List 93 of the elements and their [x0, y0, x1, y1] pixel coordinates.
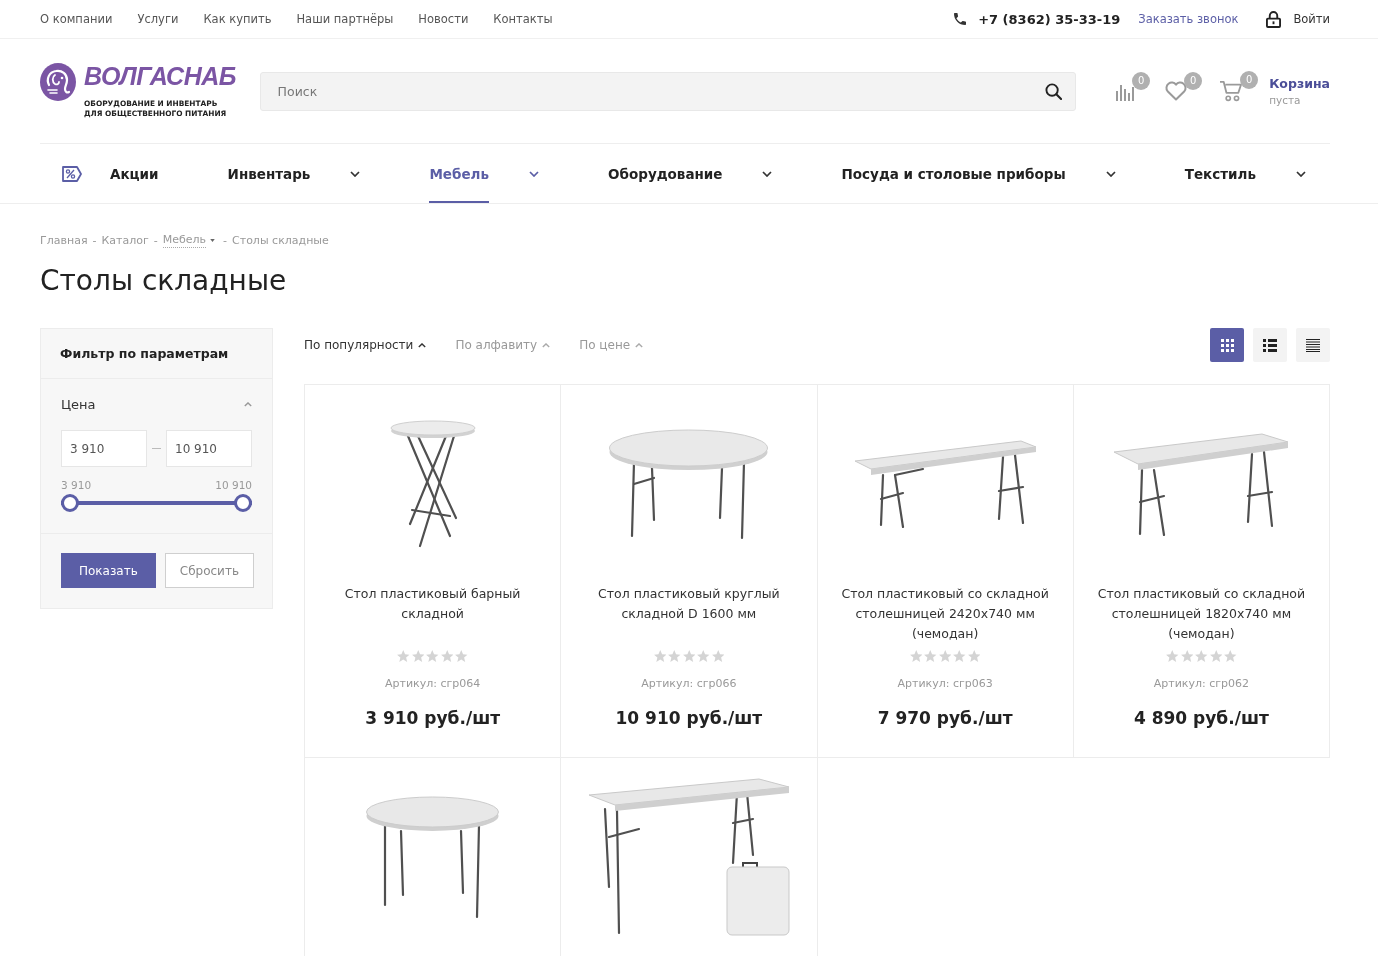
- breadcrumb-separator: -: [92, 233, 97, 248]
- star-icon: [426, 650, 439, 662]
- slider-handle[interactable]: [234, 494, 252, 512]
- cart-icon[interactable]: [1219, 80, 1244, 102]
- count-badge: 0: [1184, 72, 1203, 90]
- product-card[interactable]: Стол пластиковый со складной столешницей 1820х740 мм (чемодан) Артикул: сгр062 4 890 руб./шт: [1073, 385, 1330, 758]
- top-menu-link[interactable]: Услуги: [137, 12, 179, 26]
- star-icon: [967, 650, 981, 662]
- range-min-label: 3 910: [61, 478, 92, 492]
- product-price: 10 910 руб./шт: [615, 707, 763, 730]
- nav-link[interactable]: Мебель: [429, 144, 489, 203]
- breadcrumb-separator: -: [223, 233, 228, 248]
- caret-down-icon[interactable]: [210, 239, 216, 242]
- search-icon[interactable]: [1045, 82, 1063, 100]
- star-icon: [1224, 650, 1237, 662]
- top-menu-link[interactable]: Как купить: [203, 12, 272, 26]
- price-input[interactable]: 3 910: [61, 430, 147, 467]
- top-menu-link[interactable]: Новости: [418, 12, 469, 26]
- range-max-label: 10 910: [215, 478, 252, 492]
- reset-button[interactable]: Сбросить: [164, 553, 254, 588]
- compact-list-icon: [1306, 338, 1320, 352]
- chevron-down-icon[interactable]: [529, 170, 539, 177]
- sort-link[interactable]: По популярности: [304, 338, 427, 352]
- product-article: Артикул: сгр062: [1153, 676, 1249, 692]
- login-link[interactable]: Войти: [1293, 12, 1330, 26]
- breadcrumb-separator: -: [153, 233, 158, 248]
- product-price: 4 890 руб./шт: [1133, 707, 1269, 730]
- star-icon: [1180, 650, 1194, 662]
- product-card[interactable]: Стол пластиковый барный складной Артикул: сгр064 3 910 руб./шт: [305, 385, 562, 758]
- star-icon: [682, 650, 696, 662]
- star-icon: [1166, 650, 1179, 662]
- nav-link[interactable]: Инвентарь: [227, 144, 311, 203]
- filter-title: Фильтр по параметрам: [60, 346, 229, 361]
- slider-handle[interactable]: [61, 494, 79, 512]
- chevron-down-icon[interactable]: [350, 170, 361, 177]
- filter-label[interactable]: Цена: [61, 396, 96, 412]
- nav-link[interactable]: Текстиль: [1184, 144, 1256, 203]
- star-icon: [653, 650, 667, 662]
- product-title[interactable]: Стол пластиковый со складной столешницей 2420х740 мм (чемодан): [817, 584, 1073, 644]
- product-title[interactable]: Стол пластиковый барный складной: [305, 584, 561, 644]
- logo-wordmark[interactable]: ВОЛГАСНАБ: [84, 63, 236, 89]
- star-icon: [953, 650, 966, 662]
- nav-link[interactable]: Оборудование: [608, 144, 723, 203]
- chevron-down-icon[interactable]: [1105, 170, 1116, 177]
- heart-icon[interactable]: [1165, 81, 1188, 101]
- star-icon: [1195, 650, 1208, 662]
- logo-icon[interactable]: [40, 63, 76, 101]
- grid-icon: [1220, 338, 1234, 352]
- star-icon: [938, 650, 952, 662]
- star-icon: [1209, 650, 1223, 662]
- product-card[interactable]: Стол пластиковый круглый складной D 1600 мм Артикул: сгр066 10 910 руб./шт: [561, 385, 818, 758]
- product-article: Артикул: сгр066: [641, 676, 737, 692]
- lock-icon[interactable]: [1266, 10, 1282, 28]
- chevron-down-icon[interactable]: [1295, 170, 1306, 177]
- search-field[interactable]: Поиск: [259, 71, 1077, 111]
- view-mode-button[interactable]: [1253, 328, 1287, 362]
- product-title[interactable]: Стол пластиковый со складной столешницей 1820х740 мм (чемодан): [1073, 584, 1329, 644]
- star-icon: [455, 650, 468, 662]
- product-article: Артикул: сгр063: [897, 676, 993, 692]
- cart-link[interactable]: Корзина: [1269, 76, 1330, 91]
- phone-number: +7 (8362) 35-33-19: [978, 11, 1121, 27]
- product-price: 7 970 руб./шт: [877, 707, 1013, 730]
- page-title: Столы складные: [40, 264, 288, 298]
- star-icon: [440, 650, 454, 662]
- product-price: 3 910 руб./шт: [365, 707, 501, 730]
- view-mode-button[interactable]: [1296, 328, 1330, 362]
- top-menu-link[interactable]: О компании: [40, 12, 113, 26]
- product-article: Артикул: сгр064: [385, 676, 481, 692]
- price-input[interactable]: 10 910: [166, 430, 252, 467]
- product-card[interactable]: Стол пластиковый со складной столешницей 2420х740 мм (чемодан) Артикул: сгр063 7 970 руб./шт: [817, 385, 1074, 758]
- breadcrumb-current-page: Столы складные: [232, 233, 329, 248]
- star-icon: [711, 650, 725, 662]
- nav-link[interactable]: Посуда и столовые приборы: [841, 144, 1066, 203]
- star-icon: [397, 650, 410, 662]
- callback-link[interactable]: Заказать звонок: [1138, 12, 1239, 26]
- star-icon: [668, 650, 681, 662]
- star-icon: [924, 650, 937, 662]
- cart-status: пуста: [1269, 94, 1302, 106]
- star-icon: [697, 650, 710, 662]
- list-icon: [1263, 338, 1277, 352]
- count-badge: 0: [1240, 71, 1259, 89]
- nav-link[interactable]: Акции: [110, 144, 159, 203]
- show-button[interactable]: Показать: [61, 553, 156, 588]
- top-menu-link[interactable]: Контакты: [493, 12, 553, 26]
- chevron-down-icon[interactable]: [762, 170, 773, 177]
- count-badge: 0: [1132, 72, 1151, 90]
- percent-tag-icon[interactable]: [61, 164, 83, 183]
- chevron-up-icon[interactable]: [418, 342, 427, 348]
- product-title[interactable]: Стол пластиковый круглый складной D 1600 мм: [561, 584, 817, 644]
- phone-icon: [954, 13, 967, 25]
- top-menu-link[interactable]: Наши партнёры: [296, 12, 394, 26]
- star-icon: [411, 650, 425, 662]
- star-icon: [909, 650, 923, 662]
